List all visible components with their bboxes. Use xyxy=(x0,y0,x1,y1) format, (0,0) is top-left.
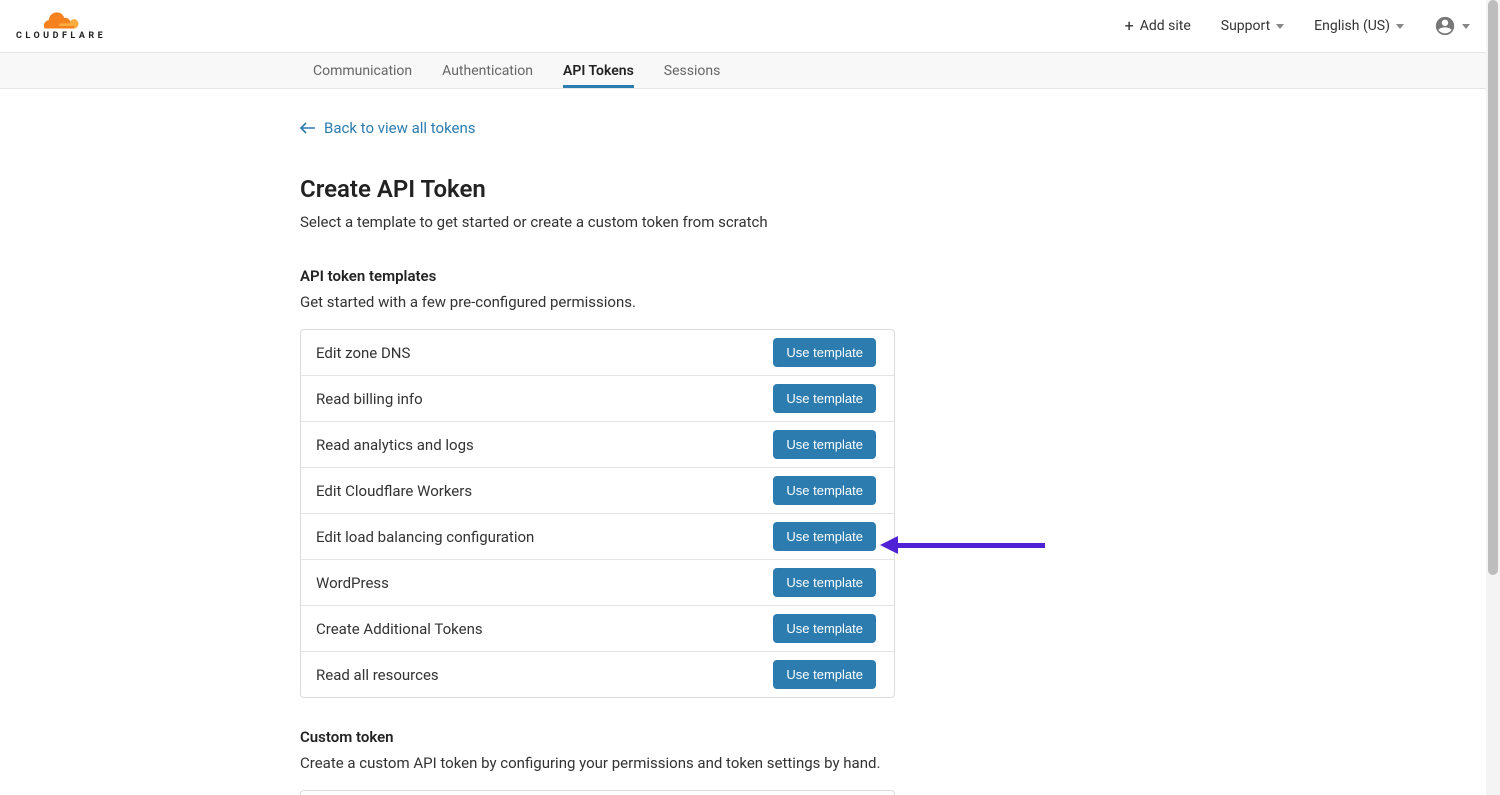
use-template-button[interactable]: Use template xyxy=(773,614,876,643)
template-label: Read all resources xyxy=(316,666,439,684)
use-template-button[interactable]: Use template xyxy=(773,384,876,413)
template-label: Edit zone DNS xyxy=(316,344,410,362)
templates-sub: Get started with a few pre-configured pe… xyxy=(300,293,900,311)
brand-logo[interactable]: CLOUDFLARE xyxy=(16,11,106,41)
custom-heading: Custom token xyxy=(300,728,900,746)
scrollbar-thumb[interactable] xyxy=(1488,0,1498,575)
use-template-button[interactable]: Use template xyxy=(773,476,876,505)
main-content: Back to view all tokens Create API Token… xyxy=(0,89,900,795)
language-label: English (US) xyxy=(1314,18,1390,34)
template-row: Edit load balancing configuration Use te… xyxy=(301,514,894,560)
scrollbar[interactable] xyxy=(1486,0,1500,795)
use-template-button[interactable]: Use template xyxy=(773,430,876,459)
template-label: Read billing info xyxy=(316,390,423,408)
tab-sessions[interactable]: Sessions xyxy=(664,53,721,88)
user-avatar-icon xyxy=(1434,15,1456,37)
cloudflare-cloud-icon xyxy=(42,11,80,29)
template-row: Read analytics and logs Use template xyxy=(301,422,894,468)
template-row-wordpress: WordPress Use template xyxy=(301,560,894,606)
use-template-button[interactable]: Use template xyxy=(773,660,876,689)
support-menu[interactable]: Support xyxy=(1221,18,1284,34)
templates-heading: API token templates xyxy=(300,267,900,285)
add-site-button[interactable]: + Add site xyxy=(1125,18,1191,34)
header-right: + Add site Support English (US) xyxy=(1125,15,1470,37)
template-row: Read billing info Use template xyxy=(301,376,894,422)
language-menu[interactable]: English (US) xyxy=(1314,18,1404,34)
chevron-down-icon xyxy=(1276,24,1284,29)
template-row: Edit zone DNS Use template xyxy=(301,330,894,376)
template-label: WordPress xyxy=(316,574,389,592)
page-subtitle: Select a template to get started or crea… xyxy=(300,213,900,231)
template-label: Edit Cloudflare Workers xyxy=(316,482,472,500)
custom-list: Create Custom Token Get started xyxy=(300,790,895,795)
template-label: Read analytics and logs xyxy=(316,436,474,454)
account-menu[interactable] xyxy=(1434,15,1470,37)
page-title: Create API Token xyxy=(300,175,900,203)
top-header: CLOUDFLARE + Add site Support English (U… xyxy=(0,0,1500,53)
tab-authentication[interactable]: Authentication xyxy=(442,53,533,88)
back-link-label: Back to view all tokens xyxy=(324,119,476,137)
annotation-arrow-icon xyxy=(880,540,1045,550)
template-list: Edit zone DNS Use template Read billing … xyxy=(300,329,895,698)
add-site-label: Add site xyxy=(1140,18,1191,34)
template-row: Read all resources Use template xyxy=(301,652,894,697)
template-label: Edit load balancing configuration xyxy=(316,528,534,546)
template-label: Create Additional Tokens xyxy=(316,620,483,638)
profile-subnav: Communication Authentication API Tokens … xyxy=(0,53,1500,89)
use-template-button[interactable]: Use template xyxy=(773,568,876,597)
custom-sub: Create a custom API token by configuring… xyxy=(300,754,900,772)
use-template-button[interactable]: Use template xyxy=(773,522,876,551)
support-label: Support xyxy=(1221,18,1270,34)
tab-api-tokens[interactable]: API Tokens xyxy=(563,53,634,88)
tab-communication[interactable]: Communication xyxy=(313,53,412,88)
template-row: Create Additional Tokens Use template xyxy=(301,606,894,652)
back-link[interactable]: Back to view all tokens xyxy=(300,119,476,137)
brand-name: CLOUDFLARE xyxy=(16,31,106,41)
use-template-button[interactable]: Use template xyxy=(773,338,876,367)
chevron-down-icon xyxy=(1396,24,1404,29)
arrow-left-icon xyxy=(300,122,316,134)
plus-icon: + xyxy=(1125,18,1134,34)
chevron-down-icon xyxy=(1462,24,1470,29)
custom-token-row: Create Custom Token Get started xyxy=(301,791,894,795)
template-row: Edit Cloudflare Workers Use template xyxy=(301,468,894,514)
